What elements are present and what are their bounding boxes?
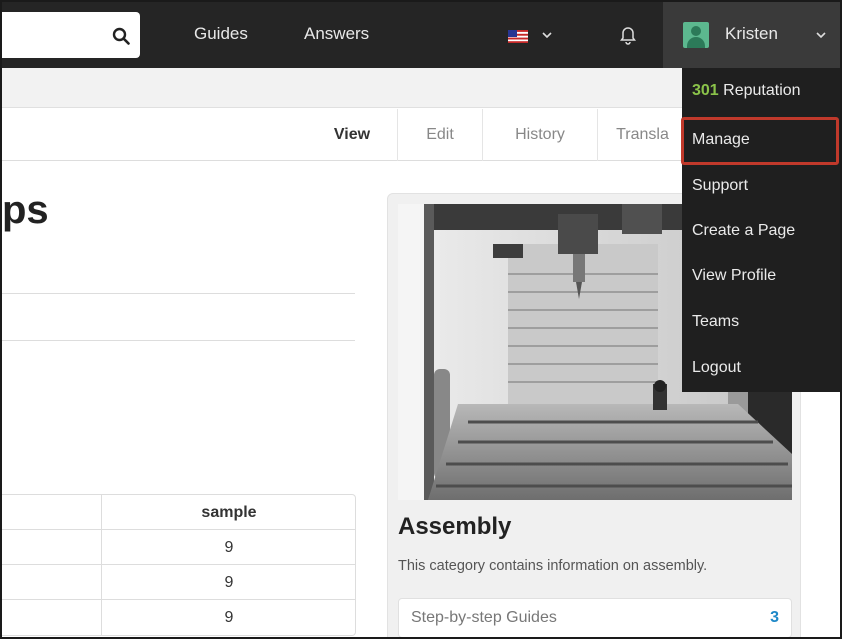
table-cell: 9 — [224, 609, 234, 626]
breadcrumb-bar — [2, 68, 682, 108]
divider — [2, 340, 355, 341]
user-name: Kristen — [725, 24, 778, 43]
table-row: 9 — [2, 530, 355, 565]
menu-item-teams[interactable]: Teams — [692, 313, 739, 331]
menu-item-logout[interactable]: Logout — [692, 359, 741, 377]
page-title: ps — [2, 188, 49, 232]
guides-count: 3 — [770, 609, 779, 626]
table-header-cell: sample — [201, 504, 257, 521]
table-cell: 9 — [224, 539, 234, 556]
screenshot-frame: Guides Answers Kristen View Edit History… — [0, 0, 842, 639]
category-description: This category contains information on as… — [398, 558, 708, 574]
reputation-label: Reputation — [723, 82, 801, 99]
table-row: 9 — [2, 600, 355, 635]
user-chevron-down-icon — [816, 32, 826, 39]
tab-edit[interactable]: Edit — [397, 109, 482, 161]
table-cell: 9 — [224, 574, 234, 591]
category-title: Assembly — [398, 513, 512, 540]
table-row: 9 — [2, 565, 355, 600]
data-table: sample 9 9 9 — [2, 494, 356, 636]
menu-item-view-profile[interactable]: View Profile — [692, 267, 776, 285]
user-menu-button[interactable]: Kristen — [663, 2, 840, 68]
page-tabs: View Edit History Transla — [2, 109, 682, 161]
step-by-step-guides-link[interactable]: Step-by-step Guides 3 — [398, 598, 792, 637]
language-chevron-down-icon[interactable] — [541, 29, 553, 41]
guides-label: Step-by-step Guides — [411, 609, 557, 626]
tab-view[interactable]: View — [307, 109, 397, 161]
tab-translate[interactable]: Transla — [597, 109, 687, 161]
reputation-item[interactable]: 301 Reputation — [692, 82, 801, 100]
reputation-value: 301 — [692, 82, 719, 99]
tab-history[interactable]: History — [482, 109, 597, 161]
search-icon[interactable] — [112, 27, 130, 45]
notification-bell-icon[interactable] — [619, 25, 637, 45]
us-flag-icon[interactable] — [508, 30, 528, 43]
nav-link-guides[interactable]: Guides — [194, 24, 248, 44]
avatar — [683, 22, 709, 48]
menu-item-create-page[interactable]: Create a Page — [692, 222, 795, 240]
search-input[interactable] — [2, 12, 140, 58]
nav-link-answers[interactable]: Answers — [304, 24, 369, 44]
manage-highlight-box — [681, 117, 839, 165]
top-navigation: Guides Answers Kristen — [2, 2, 840, 68]
menu-item-support[interactable]: Support — [692, 177, 748, 195]
table-header-row: sample — [2, 495, 355, 530]
divider — [2, 293, 355, 294]
